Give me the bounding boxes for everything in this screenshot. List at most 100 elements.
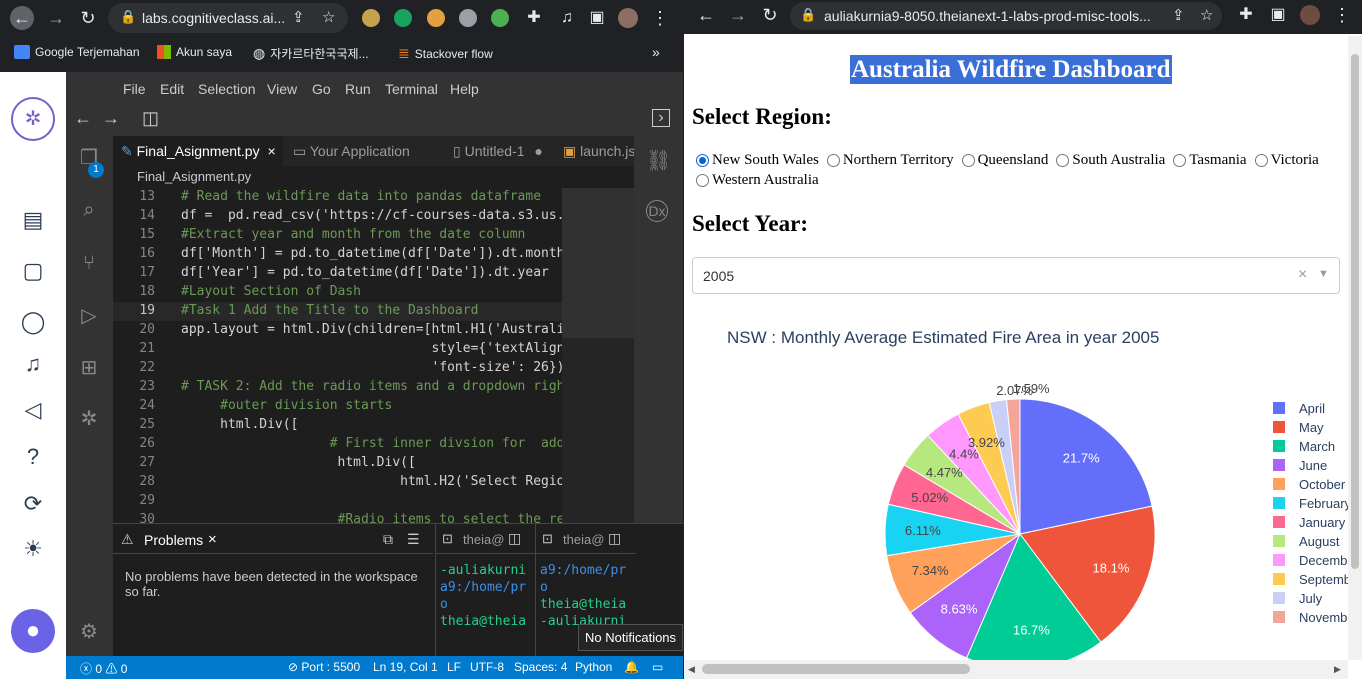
tab-your-application[interactable]: ▭ Your Application	[293, 136, 410, 166]
extensions-icon[interactable]: ⊞	[75, 354, 103, 382]
legend-swatch[interactable]	[1273, 459, 1285, 471]
legend-swatch[interactable]	[1273, 478, 1285, 490]
legend-swatch[interactable]	[1273, 592, 1285, 604]
legend-swatch[interactable]	[1273, 421, 1285, 433]
encoding-status[interactable]: UTF-8	[470, 660, 504, 674]
legend-swatch[interactable]	[1273, 535, 1285, 547]
terminal-tab-label[interactable]: theia@	[563, 532, 604, 547]
back-icon[interactable]: ←	[694, 3, 718, 27]
document-icon[interactable]: ▤	[18, 205, 48, 235]
legend-label[interactable]: June	[1299, 458, 1327, 473]
legend-swatch[interactable]	[1273, 497, 1285, 509]
help-icon[interactable]: ?	[18, 442, 48, 472]
code-editor[interactable]: 13 # Read the wildfire data into pandas d…	[113, 188, 634, 523]
eol-status[interactable]: LF	[447, 660, 461, 674]
share-icon[interactable]: ⇪	[292, 8, 305, 26]
terminal-1[interactable]: ⊡ theia@ ◫ -auliakurni a9:/home/pr o the…	[435, 524, 536, 657]
menu-go[interactable]: Go	[312, 81, 331, 97]
bell-icon[interactable]: ♫	[18, 349, 48, 379]
legend-swatch[interactable]	[1273, 516, 1285, 528]
extension-mushroom-icon[interactable]	[427, 9, 445, 27]
terminal-tab-label[interactable]: theia@	[463, 532, 504, 547]
dx-icon[interactable]: Dx	[646, 200, 668, 222]
source-control-icon[interactable]: ⑂	[75, 249, 103, 277]
extension-rainbow-icon[interactable]	[362, 9, 380, 27]
side-panel-icon[interactable]: ▣	[585, 6, 609, 30]
menu-selection[interactable]: Selection	[198, 81, 256, 97]
lightbulb-icon[interactable]: ◯	[18, 307, 48, 337]
search-icon[interactable]: ⌕	[75, 196, 103, 224]
close-panel-icon[interactable]: ×	[208, 531, 217, 548]
legend-label[interactable]: Novemb	[1299, 610, 1347, 625]
legend-label[interactable]: April	[1299, 401, 1325, 416]
split-terminal-icon[interactable]: ◫	[508, 530, 521, 547]
menu-edit[interactable]: Edit	[160, 81, 184, 97]
problems-tab[interactable]: Problems	[144, 532, 203, 548]
radio-western-australia[interactable]: Western Australia	[696, 172, 819, 189]
legend-swatch[interactable]	[1273, 554, 1285, 566]
extension-figure-icon[interactable]	[459, 9, 477, 27]
legend-label[interactable]: May	[1299, 420, 1324, 435]
menu-view[interactable]: View	[267, 81, 297, 97]
indentation-status[interactable]: Spaces: 4	[514, 660, 567, 674]
right-address-bar[interactable]: 🔒 auliakurnia9-8050.theianext-1-labs-pro…	[790, 2, 1222, 30]
legend-swatch[interactable]	[1273, 573, 1285, 585]
run-debug-icon[interactable]: ▷	[75, 302, 103, 330]
nav-forward-icon[interactable]: →	[102, 108, 120, 129]
legend-swatch[interactable]	[1273, 402, 1285, 414]
user-avatar-icon[interactable]: ●	[11, 609, 55, 653]
star-icon[interactable]: ☆	[322, 8, 335, 26]
layout-icon[interactable]: ▭	[652, 660, 663, 674]
legend-label[interactable]: Septemb	[1299, 572, 1348, 587]
horizontal-scrollbar[interactable]: ◀ ▶	[684, 660, 1348, 679]
notification-bell-icon[interactable]: 🔔	[624, 660, 639, 674]
problems-status[interactable]: ⓧ 0 ⚠ 0	[80, 660, 127, 677]
port-status[interactable]: ⊘ Port : 5500	[288, 660, 360, 674]
bookmark-stackoverflow[interactable]: ≣ Stackover flow	[398, 45, 493, 62]
menu-file[interactable]: File	[123, 81, 146, 97]
legend-label[interactable]: February	[1299, 496, 1348, 511]
collapse-all-icon[interactable]: ⧉	[383, 531, 393, 548]
scroll-right-icon[interactable]: ▶	[1334, 664, 1341, 675]
outline-icon[interactable]: ⛓	[646, 148, 671, 173]
legend-label[interactable]: March	[1299, 439, 1335, 454]
toggle-panel-icon[interactable]: ›	[652, 109, 670, 127]
bookmarks-overflow-icon[interactable]: »	[652, 44, 660, 60]
legend-swatch[interactable]	[1273, 440, 1285, 452]
tab-final-assignment[interactable]: ✎ Final_Asignment.py ×	[113, 136, 283, 166]
minimap[interactable]	[562, 188, 634, 523]
back-icon[interactable]: ←	[10, 6, 34, 30]
legend-label[interactable]: January	[1299, 515, 1346, 530]
reload-icon[interactable]: ↻	[758, 3, 782, 27]
cursor-position[interactable]: Ln 19, Col 1	[373, 660, 438, 674]
bookmark-akun-saya[interactable]: Akun saya	[157, 45, 232, 59]
share-icon[interactable]: ⇪	[1172, 6, 1185, 24]
tab-untitled[interactable]: ▯ Untitled-1 ●	[453, 136, 543, 166]
radio-northern-territory[interactable]: Northern Territory	[826, 152, 954, 169]
media-control-icon[interactable]: ♫	[555, 6, 579, 30]
radio-south-australia[interactable]: South Australia	[1056, 152, 1165, 169]
legend-label[interactable]: August	[1299, 534, 1340, 549]
year-dropdown[interactable]: 2005 × ▼	[692, 257, 1340, 294]
forward-icon[interactable]: →	[44, 6, 68, 30]
skills-network-logo[interactable]: ✲	[11, 97, 55, 141]
bookmark-google-translate[interactable]: Google Terjemahan	[14, 45, 140, 59]
profile-avatar[interactable]	[1300, 5, 1320, 25]
refresh-icon[interactable]: ⟳	[18, 489, 48, 519]
megaphone-icon[interactable]: ◁	[18, 395, 48, 425]
minimap-viewport[interactable]	[562, 188, 634, 338]
reload-icon[interactable]: ↻	[76, 6, 100, 30]
radio-queensland[interactable]: Queensland	[961, 152, 1048, 169]
menu-run[interactable]: Run	[345, 81, 371, 97]
tab-launch[interactable]: ▣ launch.js	[563, 136, 635, 166]
toggle-sidebar-icon[interactable]: ◫	[142, 108, 159, 129]
breadcrumb-file[interactable]: Final_Asignment.py	[137, 169, 251, 184]
bookmark-korean-school[interactable]: ◍ 자카르타한국국제...	[253, 45, 369, 62]
extension-tree-icon[interactable]	[491, 9, 509, 27]
menu-help[interactable]: Help	[450, 81, 479, 97]
clear-selection-icon[interactable]: ×	[1298, 266, 1307, 284]
profile-avatar[interactable]	[618, 8, 638, 28]
vertical-scrollbar[interactable]	[1348, 36, 1362, 660]
nav-back-icon[interactable]: ←	[74, 108, 92, 129]
radio-tasmania[interactable]: Tasmania	[1173, 152, 1247, 169]
